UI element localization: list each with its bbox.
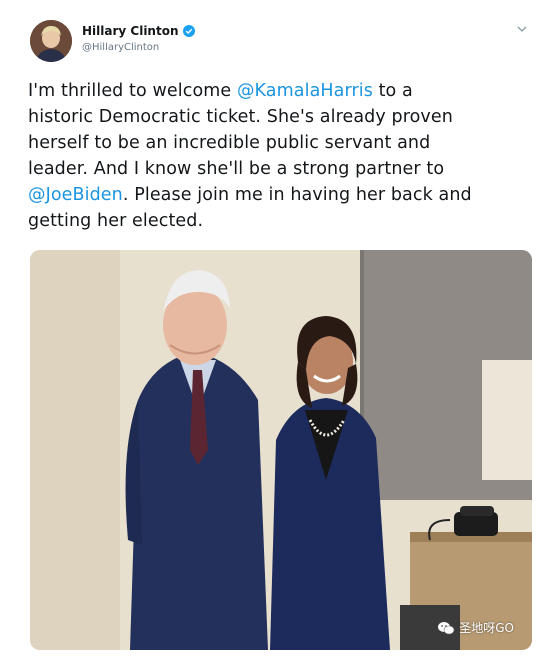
verified-badge-icon	[182, 25, 195, 37]
author-name[interactable]: Hillary Clinton	[82, 24, 195, 38]
author-handle[interactable]: @HillaryClinton	[82, 42, 159, 53]
wechat-icon	[438, 621, 455, 634]
chevron-down-icon[interactable]	[516, 24, 528, 34]
mention-joe-biden[interactable]: @JoeBiden	[28, 185, 123, 205]
tweet-photo[interactable]: 圣地呀GO	[30, 250, 532, 650]
tweet-card: Hillary Clinton @HillaryClinton I'm thri…	[0, 0, 546, 662]
tweet-line-2: historic Democratic ticket. She's alread…	[28, 107, 453, 127]
avatar[interactable]	[30, 20, 72, 62]
avatar-image	[30, 20, 72, 62]
tweet-text-segment: . Please join me in having her back and	[122, 185, 472, 205]
watermark: 圣地呀GO	[437, 619, 514, 636]
watermark-text: 圣地呀GO	[459, 621, 514, 635]
tweet-line-3: herself to be an incredible public serva…	[28, 133, 431, 153]
tweet-line-6: getting her elected.	[28, 211, 204, 231]
author-name-text[interactable]: Hillary Clinton	[82, 24, 179, 38]
tweet-text-segment: I'm thrilled to welcome	[28, 81, 237, 101]
tweet-line-5: @JoeBiden. Please join me in having her …	[28, 182, 528, 208]
photo-illustration	[30, 250, 532, 650]
tweet-text: I'm thrilled to welcome @KamalaHarris to…	[28, 78, 528, 234]
mention-kamala-harris[interactable]: @KamalaHarris	[237, 81, 373, 101]
tweet-line-4: leader. And I know she'll be a strong pa…	[28, 159, 445, 179]
tweet-text-segment: to a	[372, 81, 413, 101]
tweet-line-1: I'm thrilled to welcome @KamalaHarris to…	[28, 78, 528, 104]
